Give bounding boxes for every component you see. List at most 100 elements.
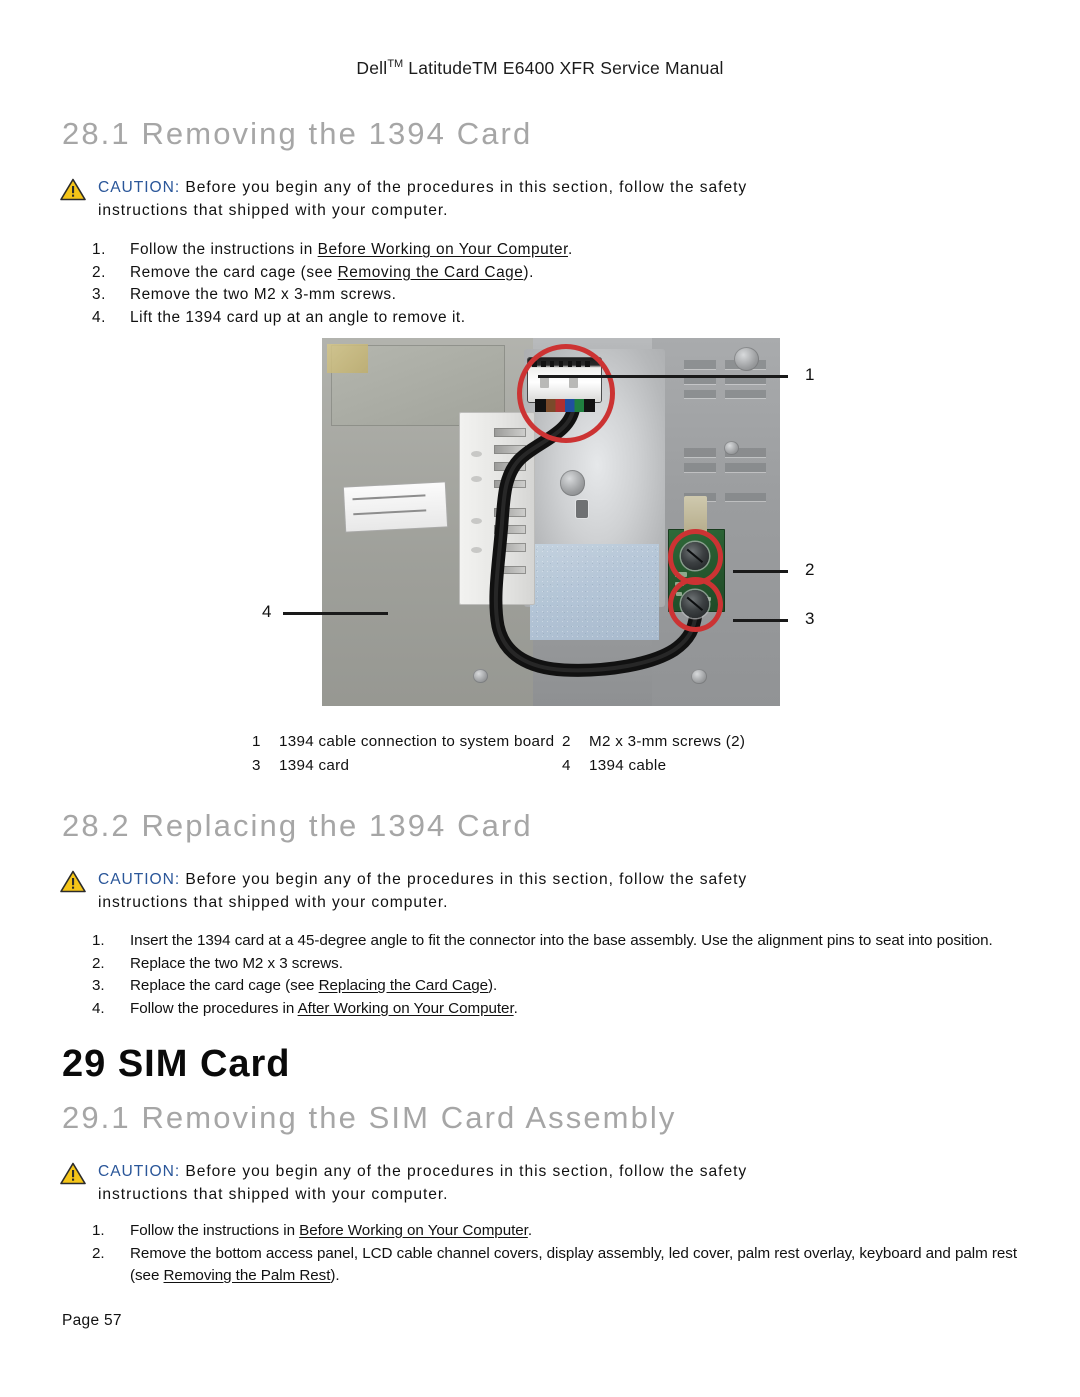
list-text: Follow the instructions in xyxy=(130,1222,300,1239)
cross-reference-link[interactable]: After Working on Your Computer xyxy=(298,1000,514,1017)
legend-key: 3 xyxy=(252,757,261,774)
legend-key: 4 xyxy=(562,757,571,774)
list-marker: 2. xyxy=(92,263,106,281)
header-model: E6400 XFR Service Manual xyxy=(497,58,724,78)
list-text-tail: ). xyxy=(330,1267,340,1285)
list-item: 4. Follow the procedures in After Working… xyxy=(92,998,1027,1021)
caution-text-28-2: CAUTION: Before you begin any of the pro… xyxy=(98,868,960,914)
warning-triangle-icon xyxy=(60,1162,86,1185)
list-marker: 1. xyxy=(92,932,105,949)
alignment-post xyxy=(683,496,707,534)
caution-block-29-1: CAUTION: Before you begin any of the pro… xyxy=(60,1160,960,1206)
header-brand: Dell xyxy=(356,58,388,78)
callout-2: 2 xyxy=(805,560,815,579)
list-item: 1. Insert the 1394 card at a 45-degree an… xyxy=(92,930,1027,953)
caution-line-1: Before you begin any of the procedures i… xyxy=(180,871,748,888)
page-footer: Page 57 xyxy=(62,1312,122,1329)
caution-line-1: Before you begin any of the procedures i… xyxy=(180,179,748,196)
list-text: Insert the 1394 card at a 45-degree angl… xyxy=(130,932,993,949)
list-item: 1. Follow the instructions in Before Work… xyxy=(92,239,852,262)
legend-entry: 2 M2 x 3-mm screws (2) xyxy=(562,730,872,754)
list-marker: 2. xyxy=(92,1244,105,1262)
highlight-circle-screw-lower xyxy=(667,577,723,633)
legend-entry: 1 1394 cable connection to system board xyxy=(252,730,562,754)
document-header: DellTM LatitudeTM E6400 XFR Service Manu… xyxy=(0,58,1080,79)
heading-29: 29 SIM Card xyxy=(62,1043,291,1085)
list-item: 3. Remove the two M2 x 3-mm screws. xyxy=(92,284,852,307)
legend-value: 1394 cable connection to system board xyxy=(279,733,555,750)
leader-line-3 xyxy=(733,619,788,622)
legend-entry: 4 1394 cable xyxy=(562,754,872,778)
list-item: 3. Replace the card cage (see Replacing t… xyxy=(92,975,1027,998)
list-marker: 1. xyxy=(92,241,106,258)
list-marker: 4. xyxy=(92,308,106,326)
legend-value: 1394 card xyxy=(279,757,350,774)
legend-value: M2 x 3-mm screws (2) xyxy=(589,733,746,750)
cross-reference-link[interactable]: Removing the Card Cage xyxy=(338,264,524,281)
warning-triangle-icon xyxy=(60,870,86,893)
list-marker: 1. xyxy=(92,1222,105,1239)
caution-block-28-2: CAUTION: Before you begin any of the pro… xyxy=(60,868,960,914)
caution-block-28-1: CAUTION: Before you begin any of the pro… xyxy=(60,176,960,222)
legend-row: 1 1394 cable connection to system board … xyxy=(252,730,872,754)
figure-legend: 1 1394 cable connection to system board … xyxy=(252,730,872,778)
list-text: Lift the 1394 card up at an angle to rem… xyxy=(130,308,466,326)
list-marker: 3. xyxy=(92,286,106,303)
list-text-tail: ). xyxy=(523,263,534,281)
warning-triangle-icon xyxy=(60,178,86,201)
caution-line-1: Before you begin any of the procedures i… xyxy=(180,1163,748,1180)
leader-line-2 xyxy=(733,570,788,573)
legend-entry: 3 1394 card xyxy=(252,754,562,778)
callout-1: 1 xyxy=(805,365,815,384)
heading-28-2: 28.2 Replacing the 1394 Card xyxy=(62,808,533,843)
list-text: Remove the card cage (see xyxy=(130,263,338,281)
caution-label: CAUTION: xyxy=(98,871,181,888)
caution-label: CAUTION: xyxy=(98,1163,181,1180)
list-text: Replace the two M2 x 3 screws. xyxy=(130,954,343,972)
heading-29-1: 29.1 Removing the SIM Card Assembly xyxy=(62,1100,677,1135)
caution-text-28-1: CAUTION: Before you begin any of the pro… xyxy=(98,176,960,222)
caution-label: CAUTION: xyxy=(98,179,181,196)
leader-line-4 xyxy=(283,612,388,615)
caution-text-29-1: CAUTION: Before you begin any of the pro… xyxy=(98,1160,960,1206)
list-text: Follow the procedures in xyxy=(130,999,298,1017)
list-item: 2. Remove the bottom access panel, LCD ca… xyxy=(92,1243,1027,1288)
caution-line-2: instructions that shipped with your comp… xyxy=(98,202,449,219)
cross-reference-link[interactable]: Before Working on Your Computer xyxy=(318,241,568,258)
list-marker: 2. xyxy=(92,954,105,972)
trademark-symbol-1: TM xyxy=(387,58,404,71)
figure-1394-card xyxy=(322,338,780,706)
list-item: 1. Follow the instructions in Before Work… xyxy=(92,1220,1027,1243)
steps-28-1: 1. Follow the instructions in Before Work… xyxy=(92,239,852,329)
list-text-tail: . xyxy=(567,241,573,258)
list-item: 4. Lift the 1394 card up at an angle to r… xyxy=(92,307,852,330)
legend-key: 1 xyxy=(252,733,261,750)
callout-3: 3 xyxy=(805,609,815,628)
list-text-tail: . xyxy=(513,999,518,1017)
document-page: DellTM LatitudeTM E6400 XFR Service Manu… xyxy=(0,0,1080,1397)
leader-line-1 xyxy=(538,375,788,378)
steps-29-1: 1. Follow the instructions in Before Work… xyxy=(92,1220,1027,1288)
list-text: Follow the instructions in xyxy=(130,241,318,258)
caution-line-2: instructions that shipped with your comp… xyxy=(98,894,449,911)
cross-reference-link[interactable]: Replacing the Card Cage xyxy=(319,977,488,994)
list-text-tail: . xyxy=(527,1222,532,1239)
list-text: Replace the card cage (see xyxy=(130,977,319,995)
heading-28-1: 28.1 Removing the 1394 Card xyxy=(62,116,533,151)
list-marker: 3. xyxy=(92,977,105,995)
list-text-tail: ). xyxy=(488,977,498,995)
list-marker: 4. xyxy=(92,999,105,1017)
legend-key: 2 xyxy=(562,733,571,750)
highlight-circle-connector xyxy=(516,343,616,443)
list-item: 2. Remove the card cage (see Removing the… xyxy=(92,262,852,285)
caution-line-2: instructions that shipped with your comp… xyxy=(98,1186,449,1203)
legend-row: 3 1394 card 4 1394 cable xyxy=(252,754,872,778)
cross-reference-link[interactable]: Before Working on Your Computer xyxy=(299,1222,528,1239)
list-item: 2. Replace the two M2 x 3 screws. xyxy=(92,953,1027,976)
cross-reference-link[interactable]: Removing the Palm Rest xyxy=(164,1267,331,1284)
list-text: Remove the two M2 x 3-mm screws. xyxy=(130,286,397,303)
steps-28-2: 1. Insert the 1394 card at a 45-degree an… xyxy=(92,930,1027,1020)
trademark-symbol-2: TM xyxy=(472,58,498,78)
legend-value: 1394 cable xyxy=(589,757,667,774)
figure-photo xyxy=(322,338,780,706)
